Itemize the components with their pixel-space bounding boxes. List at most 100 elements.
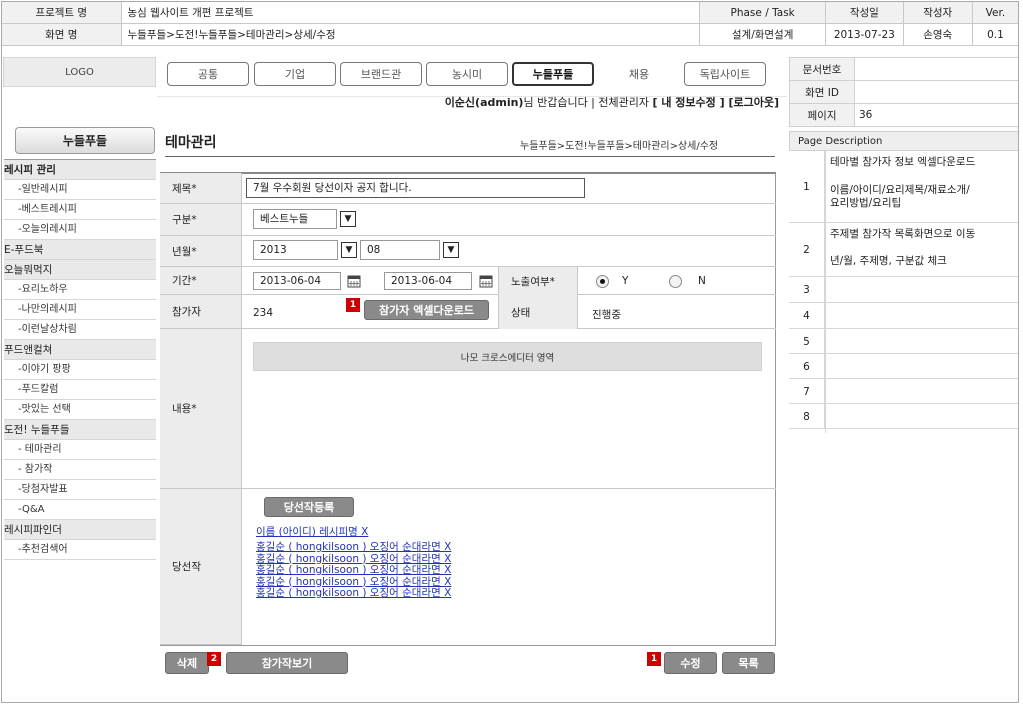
nav-corporate[interactable]: 기업 [254,62,336,86]
nav-recruit[interactable]: 채용 [598,62,680,86]
page-description-text: 년/월, 주제명, 구분값 체크 [830,255,947,267]
sidebar-item[interactable]: -당첨자발표 [4,480,156,500]
participants-label: 참가자 [160,295,242,329]
sidebar-category[interactable]: 도전! 누들푸들 [4,420,156,440]
period-label: 기간* [160,267,242,295]
sidebar-item[interactable]: -Q&A [4,500,156,520]
sidebar-item[interactable]: -요리노하우 [4,280,156,300]
page-label: 페이지 [789,103,855,127]
sidebar-item[interactable]: -맛있는 선택 [4,400,156,420]
content-editor[interactable]: 나모 크로스에디터 영역 [253,342,762,371]
screen-name: 누들푸들>도전!누들푸들>테마관리>상세/수정 [120,23,701,46]
exposure-no-label: N [698,275,706,287]
sidebar-item[interactable]: -나만의레시피 [4,300,156,320]
sidebar-item[interactable]: -추천검색어 [4,540,156,560]
winner-link[interactable]: 홍길순 ( hongkilsoon ) 오징어 순대라면 X [256,565,451,576]
winners-header-link[interactable]: 이름 (아이디) 레시피명 X [256,527,368,538]
view-entries-button[interactable]: 참가작보기 [226,652,348,674]
year-select[interactable]: 2013 [253,240,338,260]
logo[interactable]: LOGO [3,57,156,87]
phase-value: 설계/화면설계 [699,23,827,46]
document-meta: 문서번호 화면 ID 페이지 36 [789,57,1019,127]
exposure-yes-radio[interactable] [596,275,609,288]
yearmonth-label: 년월* [160,236,242,267]
annotation-badge: 2 [207,652,221,666]
nav-brand[interactable]: 브랜드관 [340,62,422,86]
sidebar-item[interactable]: -이런날상차림 [4,320,156,340]
chevron-down-icon[interactable]: ▼ [443,242,459,258]
page-description-text: 요리방법/요리팁 [830,197,902,209]
category-select[interactable]: 베스트누들 [253,209,337,229]
start-date-input[interactable]: 2013-06-04 [253,272,341,290]
page-description-number: 5 [789,329,825,354]
sidebar-item[interactable]: -푸드칼럼 [4,380,156,400]
version-value: 0.1 [971,23,1020,46]
calendar-icon[interactable] [479,274,493,288]
winner-link[interactable]: 홍길순 ( hongkilsoon ) 오징어 순대라면 X [256,588,451,599]
nav-farm[interactable]: 농시미 [426,62,508,86]
winner-link[interactable]: 홍길순 ( hongkilsoon ) 오징어 순대라면 X [256,576,451,588]
exposure-label: 노출여부* [498,267,578,295]
chevron-down-icon[interactable]: ▼ [340,211,356,227]
sidebar-category[interactable]: 레시피 관리 [4,160,156,180]
page-description-number: 4 [789,303,825,329]
page-description-text: 주제별 참가작 목록화면으로 이동 [830,228,976,240]
breadcrumb: 누들푸들>도전!누들푸들>테마관리>상세/수정 [520,141,719,152]
sidebar-item[interactable]: -베스트레시피 [4,200,156,220]
page-description-number: 8 [789,404,825,429]
screen-label: 화면 명 [1,23,122,46]
title-label: 제목* [160,173,242,204]
exposure-yes-label: Y [622,275,629,287]
sidebar-category[interactable]: 오늘뭐먹지 [4,260,156,280]
version-label: Ver. [971,1,1020,24]
exposure-no-radio[interactable] [669,275,682,288]
winner-link[interactable]: 홍길순 ( hongkilsoon ) 오징어 순대라면 X [256,542,451,553]
sidebar-item[interactable]: -일반레시피 [4,180,156,200]
nav-noodle[interactable]: 누들푸들 [512,62,594,86]
excel-download-button[interactable]: 참가자 엑셀다운로드 [364,300,489,320]
nav-independent[interactable]: 독립사이트 [684,62,766,86]
sidebar-item[interactable]: -오늘의레시피 [4,220,156,240]
doc-no-label: 문서번호 [789,57,855,81]
page-title: 테마관리 [165,135,217,151]
doc-no-value [854,57,1019,81]
edit-button[interactable]: 수정 [664,652,717,674]
welcome-user: 이순신(admin) [444,96,524,109]
month-select[interactable]: 08 [360,240,440,260]
status-label: 상태 [498,295,578,329]
sidebar-item[interactable]: - 테마관리 [4,440,156,460]
project-name: 농심 웹사이트 개편 프로젝트 [120,1,701,24]
page-description-number: 6 [789,354,825,379]
list-button[interactable]: 목록 [722,652,775,674]
phase-label: Phase / Task [699,1,827,24]
page-description-text: 이름/아이디/요리제목/재료소개/ [830,184,970,196]
sidebar-category[interactable]: 레시피파인더 [4,520,156,540]
winner-link[interactable]: 홍길순 ( hongkilsoon ) 오징어 순대라면 X [256,553,451,565]
delete-button[interactable]: 삭제 [165,652,209,674]
document-header: 프로젝트 명 농심 웹사이트 개편 프로젝트 Phase / Task 작성일 … [1,1,1020,46]
date-value: 2013-07-23 [825,23,904,46]
annotation-badge: 1 [647,652,661,666]
register-winner-button[interactable]: 당선작등록 [264,497,354,517]
title-divider [165,156,775,157]
account-links[interactable]: [ 내 정보수정 ] [로그아웃] [652,96,779,109]
screen-id-label: 화면 ID [789,80,855,104]
category-label: 구분* [160,204,242,236]
sidebar-category[interactable]: 푸드앤컬쳐 [4,340,156,360]
nav-common[interactable]: 공통 [167,62,249,86]
welcome-text: 님 반갑습니다 | 전체관리자 [523,96,649,109]
winners-label: 당선작 [160,489,242,645]
sidebar-item[interactable]: - 참가작 [4,460,156,480]
sidebar-title[interactable]: 누들푸들 [15,127,155,154]
page-description-text: 테마별 참가자 정보 엑셀다운로드 [830,156,976,168]
welcome-bar: 이순신(admin)님 반갑습니다 | 전체관리자 [ 내 정보수정 ] [로그… [445,94,779,110]
participants-count: 234 [253,307,274,319]
sidebar-item[interactable]: -이야기 팡팡 [4,360,156,380]
chevron-down-icon[interactable]: ▼ [341,242,357,258]
sidebar-category[interactable]: E-푸드북 [4,240,156,260]
page-value: 36 [854,103,1019,127]
calendar-icon[interactable] [347,274,361,288]
title-input[interactable]: 7월 우수회원 당선이자 공지 합니다. [246,178,585,198]
page-description-number: 3 [789,277,825,303]
end-date-input[interactable]: 2013-06-04 [384,272,472,290]
